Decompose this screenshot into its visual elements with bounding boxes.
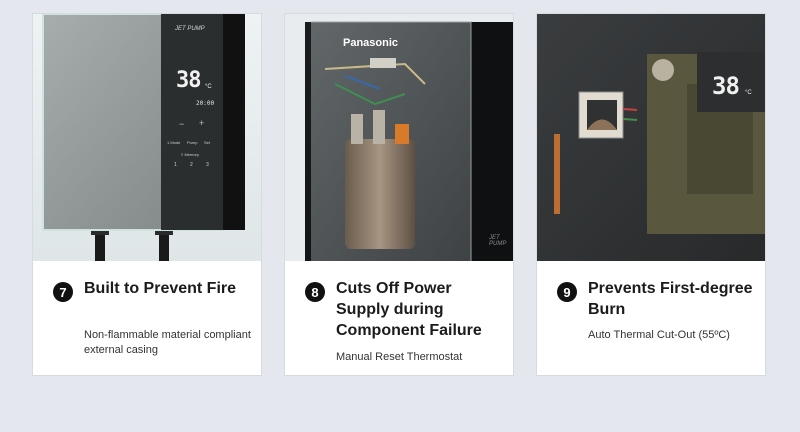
temperature-readout: 38 [712, 72, 740, 100]
minus-button[interactable]: − [179, 119, 184, 129]
water-heater-internal-photo [285, 14, 513, 261]
water-heater-circuit-photo [537, 14, 765, 261]
temperature-unit: °C [205, 84, 212, 90]
temperature-unit: °C [745, 90, 752, 96]
feature-description: Non-flammable material compliant externa… [84, 329, 251, 356]
feature-description: Auto Thermal Cut-Out (55ºC) [588, 329, 730, 341]
memory-slot-2[interactable]: 2 [190, 162, 193, 168]
memory-label: ≡ Memory [181, 152, 199, 157]
mode-button[interactable]: 1 Mode [167, 140, 180, 145]
feature-number-badge: 8 [305, 282, 325, 302]
feature-card-fire: JET PUMP 38 °C 20:00 − + 1 Mode Pump Set… [33, 14, 261, 375]
model-label: JET PUMP [175, 26, 205, 32]
temperature-readout: 38 [176, 68, 201, 93]
clock-readout: 20:00 [196, 100, 215, 107]
feature-title: Built to Prevent Fire [84, 280, 237, 297]
feature-title: Cuts Off Power Supply during Component F… [336, 280, 482, 339]
feature-card-burn-prevention: 38 °C 9 Prevents First-degree Burn Auto … [537, 14, 765, 375]
brand-logo: Panasonic [343, 37, 399, 49]
feature-number-badge: 7 [53, 282, 73, 302]
model-label: JET PUMP [489, 235, 507, 247]
pump-button[interactable]: Pump [187, 140, 197, 145]
set-button[interactable]: Set [204, 140, 210, 145]
plus-button[interactable]: + [199, 118, 204, 128]
feature-title: Prevents First-degree Burn [588, 280, 753, 318]
memory-slot-1[interactable]: 1 [174, 162, 177, 168]
water-heater-glass-photo [33, 14, 261, 261]
memory-slot-3[interactable]: 3 [206, 162, 209, 168]
feature-description: Manual Reset Thermostat [336, 351, 463, 363]
feature-number-badge: 9 [557, 282, 577, 302]
feature-card-power-cutoff: Panasonic JET PUMP 8 Cuts Off Power Supp… [285, 14, 513, 375]
